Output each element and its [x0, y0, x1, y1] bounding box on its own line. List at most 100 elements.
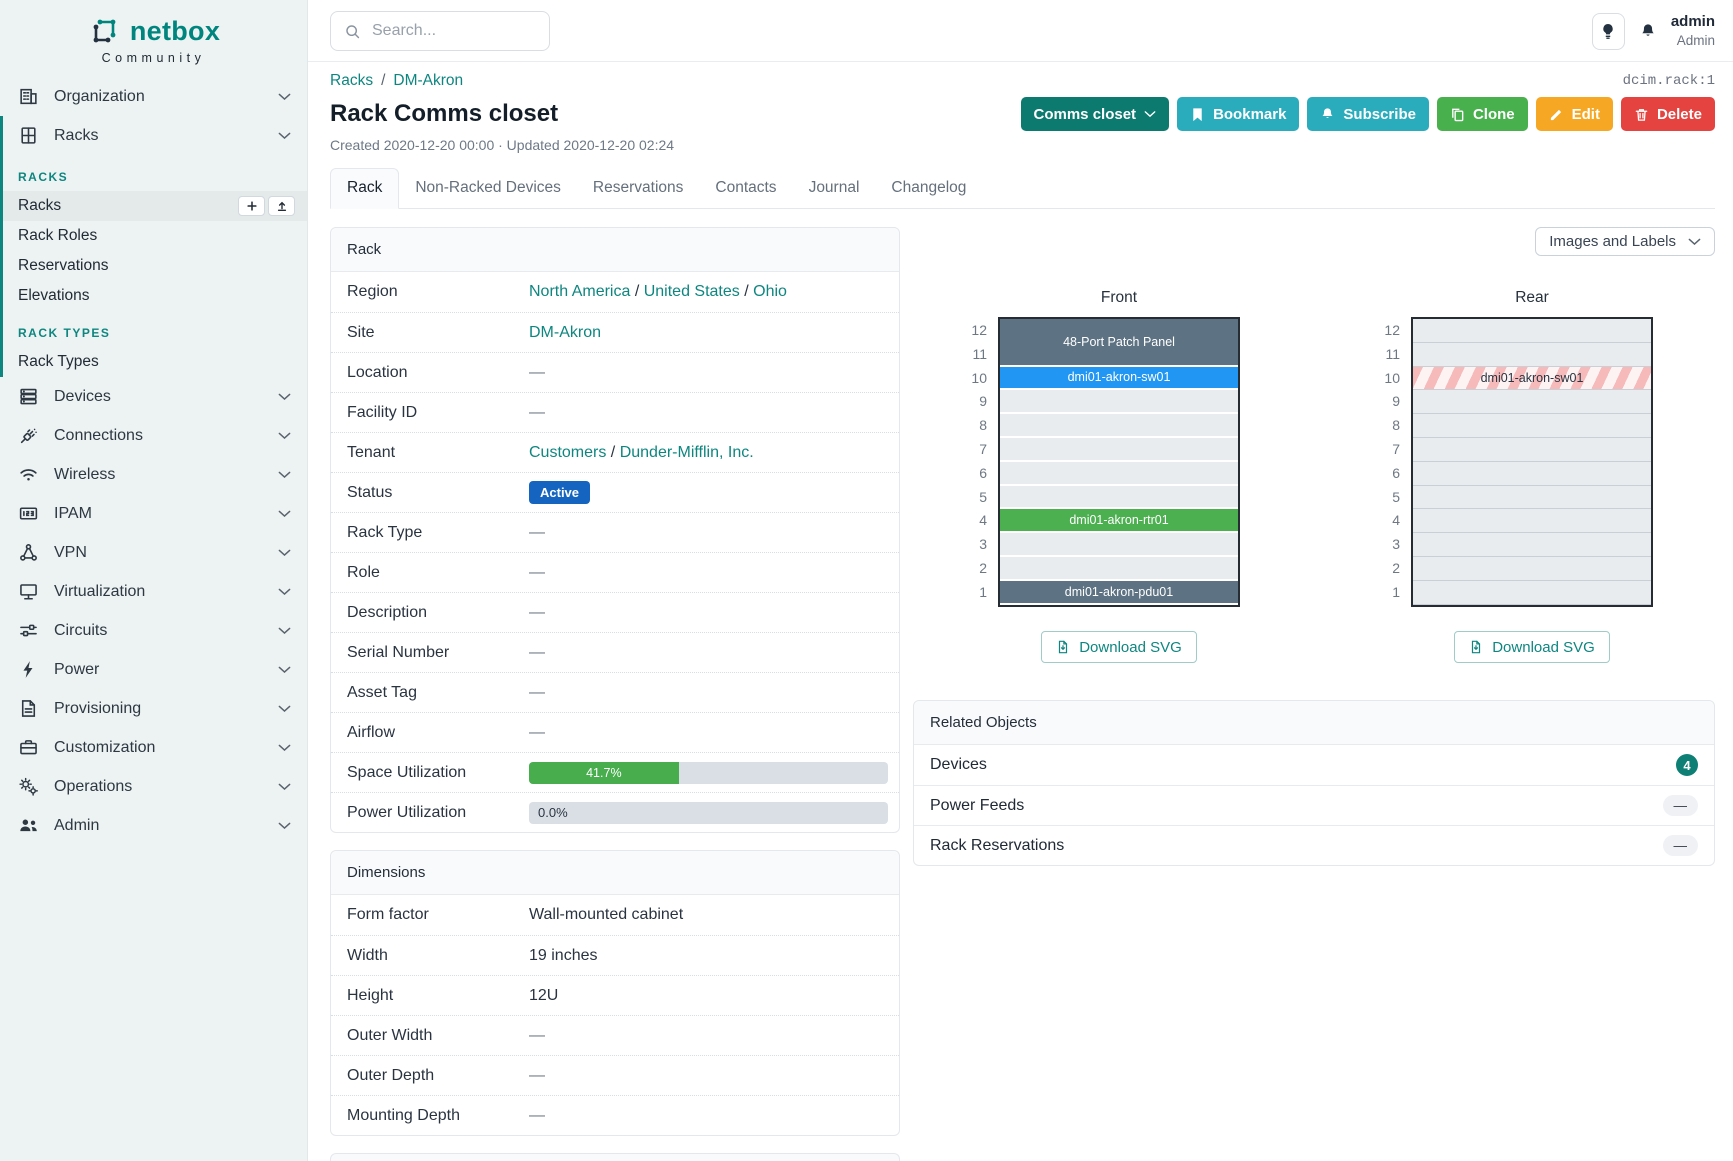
edit-button[interactable]: Edit — [1536, 97, 1613, 131]
sidebar-subitem-rack-types[interactable]: Rack Types — [0, 347, 307, 377]
sidebar-subitem-racks[interactable]: Racks — [0, 191, 307, 221]
download-svg-rear-button[interactable]: Download SVG — [1454, 631, 1610, 663]
notifications-button[interactable] — [1639, 22, 1657, 40]
sidebar-item-organization[interactable]: Organization — [0, 77, 307, 116]
sidebar-item-devices[interactable]: Devices — [0, 377, 307, 416]
front-elevation: Front 121110987654321 48-Port Patch Pane… — [957, 289, 1240, 663]
subscribe-button[interactable]: Subscribe — [1307, 97, 1429, 131]
related-objects-body: Devices4Power Feeds—Rack Reservations— — [914, 745, 1714, 865]
link-dm-akron[interactable]: DM-Akron — [529, 324, 601, 342]
bookmark-button[interactable]: Bookmark — [1177, 97, 1299, 131]
user-menu[interactable]: admin Admin — [1671, 12, 1715, 49]
unit-number-12: 12 — [1370, 319, 1400, 343]
related-row-rack-reservations[interactable]: Rack Reservations— — [914, 825, 1714, 865]
sidebar-item-vpn[interactable]: VPN — [0, 533, 307, 572]
comms-closet-dropdown[interactable]: Comms closet — [1021, 97, 1170, 131]
unit-number-1: 1 — [957, 581, 987, 605]
rack-unit-empty — [1000, 462, 1238, 486]
sidebar-item-connections[interactable]: Connections — [0, 416, 307, 455]
sidebar-quick-actions — [238, 196, 295, 216]
add-rack-button[interactable] — [238, 196, 265, 216]
rack-device-dmi01-akron-sw01[interactable]: dmi01-akron-sw01 — [1000, 367, 1238, 391]
sidebar-item-power[interactable]: Power — [0, 650, 307, 689]
file-download-icon — [1469, 639, 1483, 655]
sidebar-subitem-label: Elevations — [18, 287, 90, 305]
field-label: Description — [347, 604, 529, 622]
unit-number-8: 8 — [957, 414, 987, 438]
search-input[interactable]: Search... — [330, 11, 550, 51]
link-united-states[interactable]: United States — [644, 283, 740, 301]
rack-device-dmi01-akron-pdu01[interactable]: dmi01-akron-pdu01 — [1000, 581, 1238, 605]
field-row-width: Width19 inches — [331, 935, 899, 975]
field-label: Status — [347, 484, 529, 502]
sidebar-item-provisioning[interactable]: Provisioning — [0, 689, 307, 728]
sidebar-item-wireless[interactable]: Wireless — [0, 455, 307, 494]
rack-device-dmi01-akron-sw01[interactable]: dmi01-akron-sw01 — [1413, 367, 1651, 391]
related-row-devices[interactable]: Devices4 — [914, 745, 1714, 785]
rack-panel: Rack RegionNorth America / United States… — [330, 227, 900, 833]
sidebar-subitem-reservations[interactable]: Reservations — [0, 251, 307, 281]
field-label: Outer Width — [347, 1027, 529, 1045]
breadcrumb-link-dm-akron[interactable]: DM-Akron — [393, 72, 463, 90]
field-row-mounting-depth: Mounting Depth— — [331, 1095, 899, 1135]
chevron-down-icon — [1688, 238, 1701, 245]
download-svg-front-button[interactable]: Download SVG — [1041, 631, 1197, 663]
field-row-rack-type: Rack Type— — [331, 512, 899, 552]
link-dunder-mifflin-inc[interactable]: Dunder-Mifflin, Inc. — [620, 444, 754, 462]
elevation-view-select[interactable]: Images and Labels — [1535, 227, 1715, 256]
breadcrumb-link-racks[interactable]: Racks — [330, 72, 373, 90]
tab-non-racked-devices[interactable]: Non-Racked Devices — [399, 169, 577, 208]
rear-elevation: Rear 121110987654321 dmi01-akron-sw01 Do… — [1370, 289, 1653, 663]
field-label: Site — [347, 324, 529, 342]
clone-button-label: Clone — [1473, 106, 1515, 123]
sidebar-item-operations[interactable]: Operations — [0, 767, 307, 806]
sidebar-item-admin[interactable]: Admin — [0, 806, 307, 845]
sidebar-item-label: Provisioning — [54, 700, 141, 718]
dimensions-panel-title: Dimensions — [331, 851, 899, 895]
clone-button[interactable]: Clone — [1437, 97, 1528, 131]
empty-value: — — [529, 604, 545, 622]
breadcrumb: Racks/DM-Akron — [330, 72, 463, 90]
link-north-america[interactable]: North America — [529, 283, 630, 301]
sidebar-item-virtualization[interactable]: Virtualization — [0, 572, 307, 611]
unit-number-6: 6 — [957, 462, 987, 486]
empty-value: — — [529, 1067, 545, 1085]
delete-button[interactable]: Delete — [1621, 97, 1715, 131]
related-row-power-feeds[interactable]: Power Feeds— — [914, 785, 1714, 825]
rack-unit-empty — [1000, 438, 1238, 462]
tab-rack[interactable]: Rack — [330, 168, 399, 209]
field-value: DM-Akron — [529, 324, 601, 342]
sidebar-subitem-rack-roles[interactable]: Rack Roles — [0, 221, 307, 251]
unit-number-8: 8 — [1370, 414, 1400, 438]
tab-changelog[interactable]: Changelog — [875, 169, 982, 208]
tab-contacts[interactable]: Contacts — [699, 169, 792, 208]
field-value: 41.7% — [529, 762, 888, 784]
sidebar-item-racks[interactable]: Racks — [0, 116, 307, 155]
unit-number-7: 7 — [1370, 438, 1400, 462]
field-value: — — [529, 1027, 545, 1045]
trash-icon — [1634, 107, 1649, 122]
sidebar-item-ipam[interactable]: IPAM — [0, 494, 307, 533]
field-row-height: Height12U — [331, 975, 899, 1015]
empty-value: — — [529, 1027, 545, 1045]
bolt-icon — [18, 659, 39, 680]
link-ohio[interactable]: Ohio — [753, 283, 787, 301]
brand-subtitle: Community — [0, 51, 307, 65]
field-label: Width — [347, 947, 529, 965]
sidebar-item-circuits[interactable]: Circuits — [0, 611, 307, 650]
rack-device-dmi01-akron-rtr01[interactable]: dmi01-akron-rtr01 — [1000, 509, 1238, 533]
netbox-logo[interactable]: netbox — [0, 0, 307, 48]
empty-value: — — [529, 724, 545, 742]
sidebar-item-customization[interactable]: Customization — [0, 728, 307, 767]
front-rack-diagram: 48-Port Patch Paneldmi01-akron-sw01 dmi01… — [998, 317, 1240, 607]
sidebar-subitem-elevations[interactable]: Elevations — [0, 281, 307, 311]
theme-toggle-button[interactable] — [1592, 13, 1625, 50]
rack-panel-body: RegionNorth America / United States / Oh… — [331, 272, 899, 832]
link-customers[interactable]: Customers — [529, 444, 606, 462]
tab-reservations[interactable]: Reservations — [577, 169, 699, 208]
rack-panel-title: Rack — [331, 228, 899, 272]
import-racks-button[interactable] — [268, 196, 295, 216]
search-icon — [344, 23, 361, 40]
rack-device-48-port-patch-panel[interactable]: 48-Port Patch Panel — [1000, 319, 1238, 367]
tab-journal[interactable]: Journal — [793, 169, 876, 208]
